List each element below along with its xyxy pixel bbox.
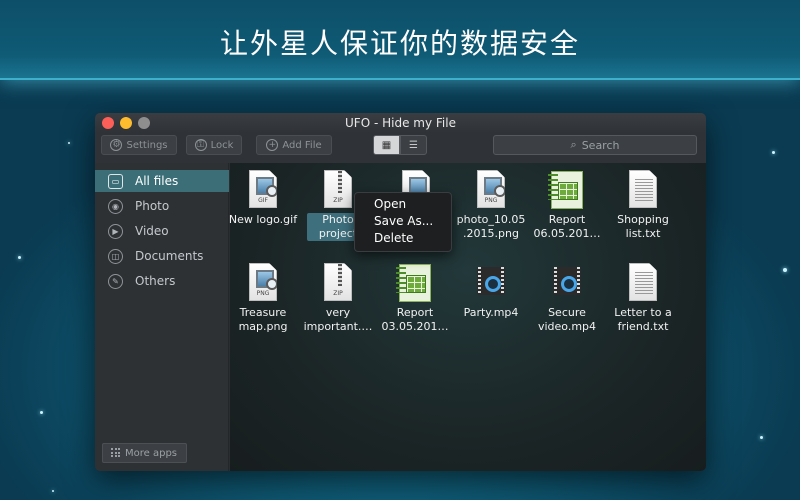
sidebar-item-label: Others xyxy=(135,274,176,288)
app-window: UFO - Hide my File ⚙ Settings ⚿ Lock + A… xyxy=(95,113,706,471)
settings-label: Settings xyxy=(126,139,168,151)
text-file-icon xyxy=(629,170,657,208)
all-files-icon: ▭ xyxy=(108,173,123,189)
spreadsheet-file-icon xyxy=(548,171,583,209)
lock-label: Lock xyxy=(210,139,234,151)
file-label: Letter to a friend.txt xyxy=(614,306,672,333)
zip-file-icon: ZIP xyxy=(324,263,352,301)
star-decoration xyxy=(772,151,775,154)
star-decoration xyxy=(760,436,763,439)
text-file-icon xyxy=(629,263,657,301)
search-placeholder: Search xyxy=(581,138,620,152)
star-decoration xyxy=(783,268,787,272)
context-menu-save-as[interactable]: Save As... xyxy=(355,213,451,230)
window-title: UFO - Hide my File xyxy=(345,116,456,130)
sidebar: ▭ All files ◉ Photo ▶ Video ◫ Documents … xyxy=(95,163,229,471)
file-item[interactable]: Party.mp4 xyxy=(453,263,529,320)
context-menu: Open Save As... Delete xyxy=(354,192,452,252)
sidebar-item-video[interactable]: ▶ Video xyxy=(95,220,229,242)
file-item[interactable]: ZIP very important.… xyxy=(300,263,376,334)
image-file-icon: PNG xyxy=(249,263,277,301)
headline: 让外星人保证你的数据安全 xyxy=(219,27,580,60)
sidebar-item-others[interactable]: ✎ Others xyxy=(95,270,229,292)
search-input[interactable]: ⌕ Search xyxy=(493,135,697,155)
sidebar-item-documents[interactable]: ◫ Documents xyxy=(95,245,229,267)
video-file-icon xyxy=(477,267,505,295)
file-item[interactable]: PNG Treasure map.png xyxy=(225,263,301,334)
context-menu-open[interactable]: Open xyxy=(355,196,451,213)
more-apps-label: More apps xyxy=(125,447,178,459)
image-file-icon: PNG xyxy=(477,170,505,208)
file-grid: GIF New logo.gif ZIP Photo project PNG p… xyxy=(229,163,706,471)
file-item[interactable]: Report 03.05.201… xyxy=(377,263,453,334)
toolbar: ⚙ Settings ⚿ Lock + Add File ▦ ☰ ⌕ Searc… xyxy=(95,133,706,163)
file-label: photo_10.05 .2015.png xyxy=(456,213,526,240)
sidebar-item-label: Documents xyxy=(135,249,204,263)
file-label: Report 06.05.201… xyxy=(533,213,601,240)
documents-icon: ◫ xyxy=(108,248,123,264)
file-item[interactable]: GIF New logo.gif xyxy=(225,170,301,227)
zip-file-icon: ZIP xyxy=(324,170,352,208)
file-item[interactable]: Report 06.05.201… xyxy=(529,170,605,241)
gear-icon: ⚙ xyxy=(110,139,123,151)
settings-button[interactable]: ⚙ Settings xyxy=(101,135,177,155)
photo-icon: ◉ xyxy=(108,198,123,214)
file-label: Treasure map.png xyxy=(238,306,288,333)
context-menu-delete[interactable]: Delete xyxy=(355,230,451,247)
more-apps-button[interactable]: More apps xyxy=(102,443,187,463)
file-label: Secure video.mp4 xyxy=(537,306,597,333)
video-file-icon xyxy=(553,267,581,295)
star-decoration xyxy=(68,142,70,144)
grid-view-icon[interactable]: ▦ xyxy=(373,135,400,155)
list-view-icon[interactable]: ☰ xyxy=(400,135,427,155)
file-item[interactable]: PNG photo_10.05 .2015.png xyxy=(453,170,529,241)
star-decoration xyxy=(52,490,54,492)
search-icon: ⌕ xyxy=(570,138,577,151)
sidebar-item-all-files[interactable]: ▭ All files xyxy=(95,170,229,192)
sidebar-item-label: All files xyxy=(135,174,179,188)
add-file-label: Add File xyxy=(282,139,322,151)
file-item[interactable]: Secure video.mp4 xyxy=(529,263,605,334)
view-toggle: ▦ ☰ xyxy=(373,135,427,155)
star-decoration xyxy=(40,411,43,414)
sidebar-item-label: Video xyxy=(135,224,169,238)
file-label: Party.mp4 xyxy=(463,306,519,319)
spreadsheet-file-icon xyxy=(396,264,431,302)
video-icon: ▶ xyxy=(108,223,123,239)
others-icon: ✎ xyxy=(108,273,123,289)
file-item[interactable]: Letter to a friend.txt xyxy=(605,263,681,334)
file-item[interactable]: Shopping list.txt xyxy=(605,170,681,241)
file-label: New logo.gif xyxy=(228,213,298,226)
file-label: Shopping list.txt xyxy=(617,213,669,240)
sidebar-item-label: Photo xyxy=(135,199,170,213)
file-label: Report 03.05.201… xyxy=(381,306,449,333)
apps-grid-icon xyxy=(111,448,121,458)
lock-button[interactable]: ⚿ Lock xyxy=(186,135,242,155)
add-file-button[interactable]: + Add File xyxy=(256,135,332,155)
sidebar-item-photo[interactable]: ◉ Photo xyxy=(95,195,229,217)
image-file-icon: GIF xyxy=(249,170,277,208)
file-label: very important.… xyxy=(303,306,373,333)
title-bar[interactable]: UFO - Hide my File xyxy=(95,113,706,133)
star-decoration xyxy=(18,256,21,259)
lock-icon: ⚿ xyxy=(194,139,207,151)
plus-icon: + xyxy=(266,139,279,151)
